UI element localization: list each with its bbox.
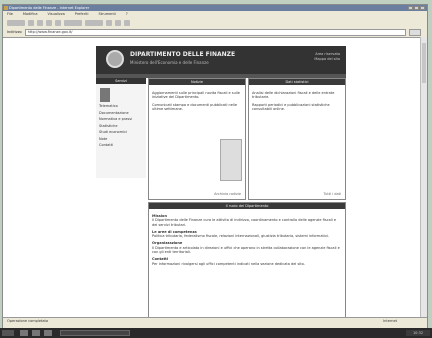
left-header: Servizi	[96, 78, 146, 84]
section-text: Politica tributaria, federalismo fiscale…	[152, 234, 329, 239]
site-banner: DIPARTIMENTO DELLE FINANZE Ministero del…	[96, 46, 346, 74]
history-button[interactable]	[106, 19, 112, 26]
home-button[interactable]	[55, 19, 61, 26]
window-controls	[408, 6, 425, 10]
system-clock: 10:32	[406, 330, 430, 336]
menu-bar: File Modifica Visualizza Preferiti Strum…	[3, 11, 427, 17]
news-text: Aggiornamenti sulle principali novita fi…	[152, 90, 240, 99]
menu-help[interactable]: ?	[126, 11, 128, 17]
stats-text: Analisi delle dichiarazioni fiscali e de…	[252, 90, 335, 99]
browser-window: Dipartimento delle Finanze - Internet Ex…	[2, 4, 428, 332]
news-box: Notizie Aggiornamenti sulle principali n…	[148, 78, 246, 200]
left-link[interactable]: Telematico	[99, 104, 143, 109]
stats-box: Dati statistici Analisi delle dichiarazi…	[248, 78, 346, 200]
minimize-button[interactable]	[408, 6, 413, 10]
start-button[interactable]	[2, 330, 14, 336]
status-zone: Internet	[383, 319, 397, 323]
stats-text: Rapporti periodici e pubblicazioni stati…	[252, 102, 330, 111]
left-link[interactable]: Contatti	[99, 143, 143, 148]
main-article: Il ruolo del Dipartimento Mission Il Dip…	[148, 202, 346, 317]
site-title: DIPARTIMENTO DELLE FINANZE	[130, 51, 236, 58]
scroll-thumb[interactable]	[422, 43, 426, 83]
profile-photo	[100, 88, 110, 102]
section-text: Per informazioni rivolgersi agli uffici …	[152, 261, 305, 266]
refresh-button[interactable]	[46, 19, 52, 26]
page-viewport: DIPARTIMENTO DELLE FINANZE Ministero del…	[3, 37, 421, 317]
section-text: Il Dipartimento e articolato in direzion…	[152, 245, 340, 255]
site-subtitle: Ministero dell'Economia e delle Finanze	[130, 60, 209, 65]
seal-icon	[106, 50, 124, 68]
browser-quicklaunch-icon[interactable]	[32, 330, 40, 336]
left-link[interactable]: Documentazione	[99, 111, 143, 116]
go-button[interactable]	[409, 28, 421, 36]
left-column: Servizi Telematico Documentazione Normat…	[96, 78, 146, 178]
address-label: Indirizzo	[7, 30, 22, 34]
menu-view[interactable]: Visualizza	[48, 11, 65, 17]
print-button[interactable]	[124, 19, 130, 26]
address-bar: Indirizzo http://www.finanze.gov.it/	[3, 28, 427, 36]
news-image	[220, 139, 242, 181]
stats-more-link[interactable]: Tutti i dati	[324, 192, 341, 196]
close-button[interactable]	[420, 6, 425, 10]
left-link[interactable]: Statistiche	[99, 124, 143, 129]
taskbar: 10:32	[0, 328, 432, 338]
favorites-button[interactable]	[85, 19, 103, 26]
menu-edit[interactable]: Modifica	[23, 11, 38, 17]
window-title: Dipartimento delle Finanze - Internet Ex…	[9, 6, 90, 10]
toolbar	[3, 18, 427, 27]
maximize-button[interactable]	[414, 6, 419, 10]
desktop-icon[interactable]	[20, 330, 28, 336]
vertical-scrollbar[interactable]	[420, 37, 427, 317]
search-button[interactable]	[64, 19, 82, 26]
menu-tools[interactable]: Strumenti	[98, 11, 115, 17]
browser-icon	[4, 6, 8, 10]
menu-file[interactable]: File	[7, 11, 13, 17]
left-link[interactable]: Normativa e prassi	[99, 117, 143, 122]
news-text: Comunicati stampa e documenti pubblicati…	[152, 102, 237, 111]
section-text: Il Dipartimento delle Finanze cura le at…	[152, 218, 336, 227]
status-text: Operazione completata	[7, 319, 49, 323]
taskbar-window-button[interactable]	[60, 330, 130, 336]
news-more-link[interactable]: Archivio notizie	[214, 192, 241, 196]
address-input[interactable]: http://www.finanze.gov.it/	[24, 28, 406, 36]
left-link[interactable]: Studi economici	[99, 130, 143, 135]
menu-favorites[interactable]: Preferiti	[75, 11, 89, 17]
banner-links: Area riservata Mappa del sito	[314, 52, 340, 62]
forward-button[interactable]	[28, 19, 34, 26]
back-button[interactable]	[7, 19, 25, 26]
mail-button[interactable]	[115, 19, 121, 26]
stop-button[interactable]	[37, 19, 43, 26]
mail-quicklaunch-icon[interactable]	[44, 330, 52, 336]
banner-link[interactable]: Mappa del sito	[314, 57, 340, 62]
left-link[interactable]: Note	[99, 137, 143, 142]
